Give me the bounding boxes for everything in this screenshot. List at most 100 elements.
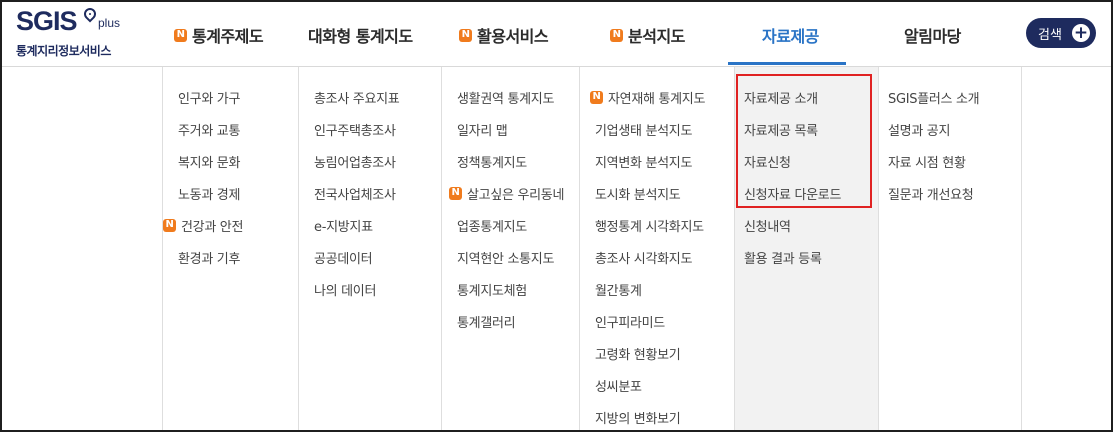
nav-interactive-map[interactable]: 대화형 통계지도 <box>308 24 413 46</box>
submenu-item[interactable]: N 건강과 안전 <box>163 209 243 241</box>
nav-analysis-map[interactable]: N 분석지도 <box>610 24 685 46</box>
new-badge-icon: N <box>459 28 472 42</box>
submenu-item[interactable]: e-지방지표 <box>314 209 399 241</box>
submenu-label: 신청자료 다운로드 <box>744 187 842 203</box>
submenu-item[interactable]: N 살고싶은 우리동네 <box>449 177 564 209</box>
submenu-item[interactable]: 전국사업체조사 <box>314 177 399 209</box>
new-badge-icon: N <box>163 218 176 232</box>
submenu-label: 신청내역 <box>744 219 791 235</box>
submenu-label: 생활권역 통계지도 <box>457 91 555 107</box>
logo-plus-text: plus <box>98 16 121 30</box>
submenu-label: 지역변화 분석지도 <box>595 155 693 171</box>
submenu-item[interactable]: 정책통계지도 <box>457 145 564 177</box>
submenu-column-theme: 인구와 가구 주거와 교통 복지와 문화 노동과 경제 N 건강과 안전 환경과 … <box>162 67 305 430</box>
submenu-item[interactable]: 업종통계지도 <box>457 209 564 241</box>
submenu-item[interactable]: 인구피라미드 <box>595 305 705 337</box>
nav-label: 분석지도 <box>628 27 685 46</box>
submenu-item[interactable]: 일자리 맵 <box>457 113 564 145</box>
submenu-column-services: 생활권역 통계지도 일자리 맵 정책통계지도 N 살고싶은 우리동네 업종통계지도… <box>441 67 579 430</box>
submenu-item[interactable]: 월간통계 <box>595 273 705 305</box>
submenu-label: 지역현안 소통지도 <box>457 251 555 267</box>
submenu-item[interactable]: 지방의 변화보기 <box>595 401 705 430</box>
submenu-item[interactable]: 인구주택총조사 <box>314 113 399 145</box>
submenu-item[interactable]: 신청내역 <box>744 209 841 241</box>
submenu-label: 자료제공 소개 <box>744 91 818 107</box>
submenu-item[interactable]: 공공데이터 <box>314 241 399 273</box>
submenu-item[interactable]: 총조사 주요지표 <box>314 81 400 113</box>
sgis-logo[interactable]: SGIS plus 통계지리정보서비스 <box>16 5 146 62</box>
new-badge-icon: N <box>590 90 603 104</box>
submenu-item[interactable]: 복지와 문화 <box>178 145 243 177</box>
submenu-item[interactable]: 나의 데이터 <box>314 273 399 305</box>
submenu-item[interactable]: 총조사 시각화지도 <box>595 241 705 273</box>
nav-label: 자료제공 <box>762 27 819 46</box>
nav-theme-map[interactable]: N 통계주제도 <box>174 24 264 46</box>
submenu-label: 노동과 경제 <box>178 187 241 203</box>
logo-subtitle: 통계지리정보서비스 <box>16 44 111 58</box>
submenu-item[interactable]: 자료신청 <box>744 145 841 177</box>
submenu-item[interactable]: 지역변화 분석지도 <box>595 145 705 177</box>
submenu-item[interactable]: 인구와 가구 <box>178 81 243 113</box>
submenu-label: 질문과 개선요청 <box>888 187 974 203</box>
logo-main-text: SGIS <box>16 6 78 36</box>
submenu-label: 인구주택총조사 <box>314 123 396 139</box>
nav-data-provision[interactable]: 자료제공 <box>762 24 819 46</box>
submenu-item[interactable]: 통계갤러리 <box>457 305 564 337</box>
submenu-label: SGIS플러스 소개 <box>888 91 980 107</box>
submenu-label: 통계지도체험 <box>457 283 527 299</box>
submenu-column-notice: SGIS플러스 소개 설명과 공지 자료 시점 현황 질문과 개선요청 <box>878 67 1022 430</box>
submenu-item[interactable]: 자료 시점 현황 <box>888 145 979 177</box>
submenu-item[interactable]: 활용 결과 등록 <box>744 241 841 273</box>
submenu-label: 행정통계 시각화지도 <box>595 219 704 235</box>
submenu-label: 자료제공 목록 <box>744 123 818 139</box>
submenu-label: 주거와 교통 <box>178 123 241 139</box>
submenu-item[interactable]: 신청자료 다운로드 <box>744 177 841 209</box>
submenu-label: 활용 결과 등록 <box>744 251 822 267</box>
submenu-column-analysis: N 자연재해 통계지도 기업생태 분석지도 지역변화 분석지도 도시화 분석지도 … <box>579 67 734 430</box>
submenu-item[interactable]: 설명과 공지 <box>888 113 979 145</box>
submenu-item[interactable]: 기업생태 분석지도 <box>595 113 705 145</box>
submenu-item[interactable]: 질문과 개선요청 <box>888 177 979 209</box>
page-frame: SGIS plus 통계지리정보서비스 N 통계주제도 대화형 통계지도 N 활… <box>0 0 1113 432</box>
nav-label: 대화형 통계지도 <box>308 27 413 46</box>
submenu-item[interactable]: 환경과 기후 <box>178 241 243 273</box>
submenu-item[interactable]: 자료제공 목록 <box>744 113 841 145</box>
submenu-item[interactable]: 통계지도체험 <box>457 273 564 305</box>
submenu-label: 복지와 문화 <box>178 155 241 171</box>
submenu-item[interactable]: 행정통계 시각화지도 <box>595 209 705 241</box>
search-button[interactable]: 검색 + <box>1026 18 1096 48</box>
submenu-item[interactable]: 주거와 교통 <box>178 113 243 145</box>
submenu-item[interactable]: 자료제공 소개 <box>744 81 841 113</box>
submenu-item[interactable]: 노동과 경제 <box>178 177 243 209</box>
new-badge-icon: N <box>174 28 187 42</box>
submenu-item[interactable]: 생활권역 통계지도 <box>457 81 564 113</box>
search-label: 검색 <box>1038 27 1062 43</box>
submenu-label: 총조사 시각화지도 <box>595 251 693 267</box>
submenu-label: 농림어업총조사 <box>314 155 396 171</box>
nav-services[interactable]: N 활용서비스 <box>459 24 549 46</box>
submenu-label: 고령화 현황보기 <box>595 347 681 363</box>
submenu-item[interactable]: N 자연재해 통계지도 <box>590 81 705 113</box>
submenu-label: 기업생태 분석지도 <box>595 123 693 139</box>
submenu-item[interactable]: 도시화 분석지도 <box>595 177 705 209</box>
new-badge-icon: N <box>610 28 623 42</box>
submenu-item[interactable]: 농림어업총조사 <box>314 145 399 177</box>
submenu-label: 일자리 맵 <box>457 123 508 139</box>
submenu-label: 설명과 공지 <box>888 123 951 139</box>
submenu-label: 지방의 변화보기 <box>595 411 681 427</box>
plus-circle-icon: + <box>1072 23 1090 43</box>
submenu-label: 살고싶은 우리동네 <box>467 187 565 203</box>
submenu-label: 성씨분포 <box>595 379 642 395</box>
submenu-label: 자료신청 <box>744 155 791 171</box>
submenu-item[interactable]: 성씨분포 <box>595 369 705 401</box>
submenu-label: 월간통계 <box>595 283 642 299</box>
submenu-item[interactable]: SGIS플러스 소개 <box>888 81 980 113</box>
submenu-label: 인구와 가구 <box>178 91 241 107</box>
submenu-label: 나의 데이터 <box>314 283 377 299</box>
submenu-item[interactable]: 지역현안 소통지도 <box>457 241 564 273</box>
top-header: SGIS plus 통계지리정보서비스 N 통계주제도 대화형 통계지도 N 활… <box>2 2 1111 67</box>
submenu-label: 환경과 기후 <box>178 251 241 267</box>
submenu-column-data-provision: 자료제공 소개 자료제공 목록 자료신청 신청자료 다운로드 신청내역 활용 결… <box>734 67 878 430</box>
nav-notice[interactable]: 알림마당 <box>904 24 961 46</box>
submenu-item[interactable]: 고령화 현황보기 <box>595 337 705 369</box>
